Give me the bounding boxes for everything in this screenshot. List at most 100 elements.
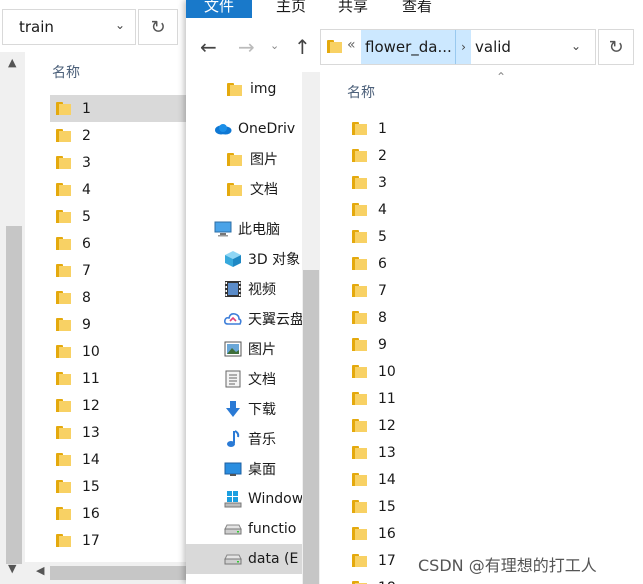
list-item[interactable]: 9 (346, 331, 643, 358)
list-item[interactable]: 15 (50, 473, 186, 500)
list-item[interactable]: 13 (346, 439, 643, 466)
list-item[interactable]: 5 (50, 203, 186, 230)
folder-icon (56, 453, 72, 466)
breadcrumb-label: flower_da... (365, 38, 452, 56)
list-item[interactable]: 13 (50, 419, 186, 446)
nav-item[interactable]: functio (186, 514, 320, 544)
list-item[interactable]: 2 (50, 122, 186, 149)
nav-item-label: 音乐 (248, 432, 276, 448)
list-item[interactable]: 9 (50, 311, 186, 338)
folder-label: 4 (82, 181, 91, 198)
list-item[interactable]: 3 (346, 169, 643, 196)
list-item[interactable]: 14 (50, 446, 186, 473)
list-item[interactable]: 6 (346, 250, 643, 277)
list-item[interactable]: 17 (50, 527, 186, 554)
folder-label: 15 (82, 478, 100, 495)
list-item[interactable]: 8 (50, 284, 186, 311)
nav-item[interactable]: 桌面 (186, 454, 320, 484)
nav-item-label: 天翼云盘 (248, 312, 304, 328)
list-item[interactable]: 12 (346, 412, 643, 439)
folder-icon (352, 554, 368, 567)
nav-item[interactable]: OneDriv (186, 114, 320, 144)
breadcrumb-chevron-icon[interactable]: › (455, 30, 471, 64)
folder-icon (56, 534, 72, 547)
folder-icon (352, 527, 368, 540)
tab-share[interactable]: 共享 (320, 0, 386, 18)
list-item[interactable]: 3 (50, 149, 186, 176)
refresh-icon[interactable]: ↻ (138, 9, 178, 45)
chevron-down-icon[interactable]: ⌄ (571, 39, 581, 53)
address-bar[interactable]: « flower_da... › valid ⌄ (320, 29, 596, 65)
list-item[interactable]: 10 (346, 358, 643, 385)
list-item[interactable]: 2 (346, 142, 643, 169)
list-item[interactable]: 14 (346, 466, 643, 493)
tab-file[interactable]: 文件 (186, 0, 253, 18)
breadcrumb-current[interactable]: valid (475, 38, 511, 56)
tab-view[interactable]: 查看 (384, 0, 450, 18)
list-item[interactable]: 7 (50, 257, 186, 284)
list-item[interactable]: 8 (346, 304, 643, 331)
nav-item-label: Window (248, 491, 304, 507)
scroll-down-icon[interactable]: ▼ (8, 562, 16, 575)
refresh-icon[interactable]: ↻ (598, 29, 634, 65)
folder-label: 12 (82, 397, 100, 414)
list-item[interactable]: 16 (50, 500, 186, 527)
list-item[interactable]: 1 (50, 95, 186, 122)
back-horizontal-thumb[interactable] (50, 566, 186, 580)
recent-locations-icon[interactable]: ⌄ (270, 39, 279, 52)
nav-item-label: 此电脑 (238, 222, 280, 238)
list-item[interactable]: 16 (346, 520, 643, 547)
list-item[interactable]: 1 (346, 115, 643, 142)
back-arrow-icon[interactable]: ← (200, 35, 217, 59)
nav-item[interactable]: 下载 (186, 394, 320, 424)
nav-item-label: img (250, 81, 277, 97)
address-overflow[interactable]: « (347, 37, 356, 53)
desktop-icon (224, 460, 242, 478)
tab-home[interactable]: 主页 (258, 0, 324, 18)
scroll-up-icon[interactable]: ▲ (8, 56, 16, 69)
this-pc-icon (214, 220, 232, 238)
list-item[interactable]: 10 (50, 338, 186, 365)
nav-item[interactable]: 音乐 (186, 424, 320, 454)
nav-item-label: 视频 (248, 282, 276, 298)
list-item[interactable]: 15 (346, 493, 643, 520)
folder-label: 7 (82, 262, 91, 279)
column-header-name[interactable]: 名称 (52, 62, 80, 82)
nav-item[interactable]: img (186, 74, 320, 104)
nav-item-label: 3D 对象 (248, 252, 301, 268)
nav-item[interactable]: 文档 (186, 174, 320, 204)
list-item[interactable]: 11 (346, 385, 643, 412)
list-item[interactable]: 12 (50, 392, 186, 419)
folder-label: 12 (378, 417, 396, 434)
column-header-name[interactable]: 名称 (347, 82, 375, 102)
nav-item-label: 桌面 (248, 462, 276, 478)
nav-item[interactable]: 图片 (186, 334, 320, 364)
nav-item[interactable]: 图片 (186, 144, 320, 174)
forward-arrow-icon[interactable]: → (238, 35, 255, 59)
nav-item[interactable]: 此电脑 (186, 214, 320, 244)
video-icon (224, 280, 242, 298)
folder-label: 1 (82, 100, 91, 117)
nav-item-label: 下载 (248, 402, 276, 418)
folder-label: 11 (378, 390, 396, 407)
nav-pane-scrollbar-thumb[interactable] (303, 270, 319, 584)
nav-item[interactable]: 文档 (186, 364, 320, 394)
front-explorer-window: 文件 主页 共享 查看 ← → ⌄ ↑ « flower_da... › val… (186, 0, 643, 584)
back-scrollbar-thumb[interactable] (6, 226, 22, 564)
list-item[interactable]: 6 (50, 230, 186, 257)
list-item[interactable]: 11 (50, 365, 186, 392)
nav-item[interactable]: Window (186, 484, 320, 514)
ribbon-tabs: 文件 主页 共享 查看 (186, 0, 643, 18)
up-arrow-icon[interactable]: ↑ (294, 35, 311, 59)
back-address-bar[interactable]: train ⌄ (2, 9, 136, 45)
list-item[interactable]: 4 (346, 196, 643, 223)
nav-item[interactable]: 视频 (186, 274, 320, 304)
list-item[interactable]: 4 (50, 176, 186, 203)
list-item[interactable]: 5 (346, 223, 643, 250)
nav-item[interactable]: 3D 对象 (186, 244, 320, 274)
chevron-down-icon[interactable]: ⌄ (115, 18, 125, 32)
nav-item[interactable]: data (E (186, 544, 320, 574)
list-item[interactable]: 7 (346, 277, 643, 304)
nav-item[interactable]: 天翼云盘 (186, 304, 320, 334)
scroll-left-icon[interactable]: ◀ (36, 564, 44, 577)
